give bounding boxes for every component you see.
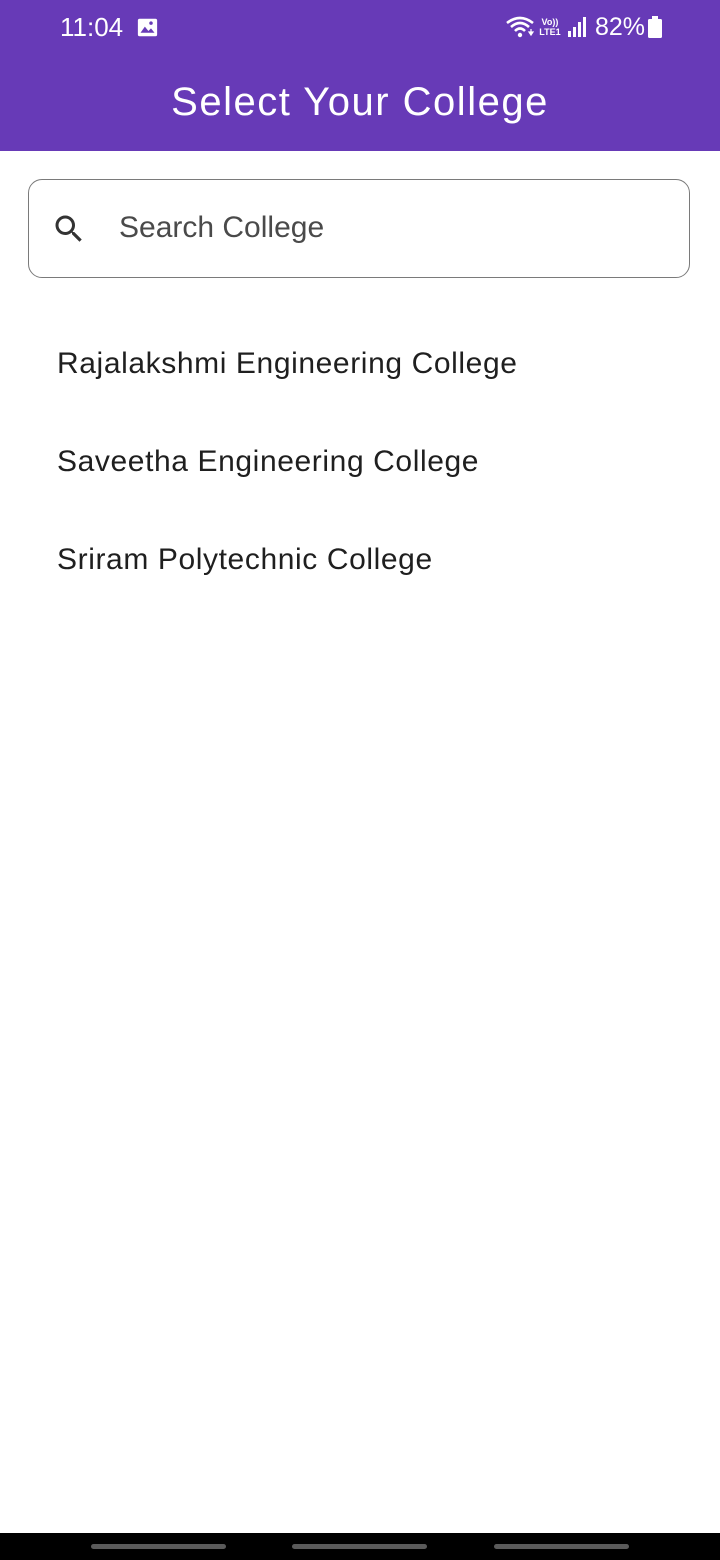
college-list-item[interactable]: Sriram Polytechnic College: [0, 511, 720, 609]
gallery-notification-icon: [137, 18, 158, 37]
search-input[interactable]: [119, 202, 659, 254]
system-navigation-bar: [0, 1533, 720, 1560]
status-time: 11:04: [60, 12, 124, 42]
search-icon: [55, 215, 82, 242]
nav-home-button[interactable]: [292, 1544, 427, 1549]
nav-recents-button[interactable]: [91, 1544, 226, 1549]
app-bar: Select Your College: [0, 54, 720, 151]
search-field[interactable]: [28, 179, 690, 278]
battery-icon: [648, 16, 662, 38]
college-list-item[interactable]: Rajalakshmi Engineering College: [0, 315, 720, 413]
status-bar: 11:04 Vo)) LTE1 82%: [0, 0, 720, 54]
battery-percent: 82%: [594, 12, 645, 41]
college-list: Rajalakshmi Engineering College Saveetha…: [0, 315, 720, 609]
volte-icon: Vo)) LTE1: [537, 13, 563, 41]
signal-icon: [567, 17, 586, 37]
lte-label: LTE1: [539, 27, 561, 37]
wifi-icon: [506, 16, 535, 38]
college-list-item[interactable]: Saveetha Engineering College: [0, 413, 720, 511]
page-title: Select Your College: [171, 80, 549, 124]
status-icons: Vo)) LTE1 82%: [505, 11, 662, 43]
volte-label: Vo)): [541, 17, 559, 27]
nav-back-button[interactable]: [494, 1544, 629, 1549]
